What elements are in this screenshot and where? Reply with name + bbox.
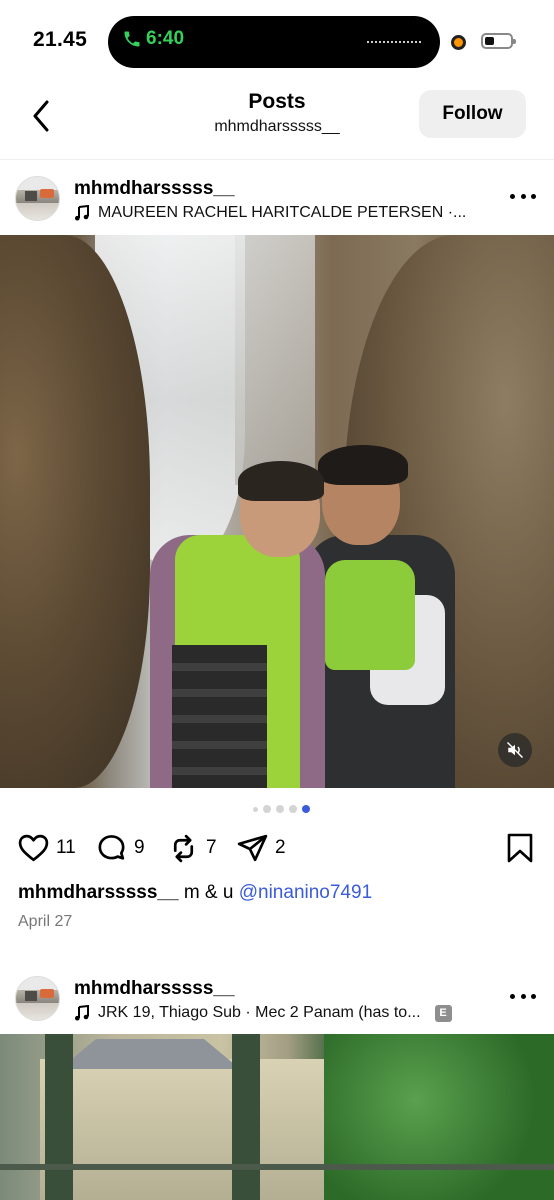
photo-hair <box>238 461 324 501</box>
music-label: JRK 19, Thiago Sub · Mec 2 Panam (has to… <box>98 1004 421 1021</box>
repost-count: 7 <box>206 837 217 858</box>
bookmark-icon[interactable] <box>504 832 536 864</box>
avatar-shape <box>25 991 37 1001</box>
photo-tree <box>324 1034 554 1200</box>
more-options-button[interactable] <box>510 194 536 202</box>
carousel-dot-active <box>301 805 310 813</box>
photo-pillar <box>232 1034 260 1200</box>
music-attribution[interactable]: JRK 19, Thiago Sub · Mec 2 Panam (has to… <box>74 1004 452 1022</box>
photo-life-vest <box>325 560 415 670</box>
avatar[interactable] <box>15 176 60 221</box>
post-header: mhmdharsssss__ MAUREEN RACHEL HARITCALDE… <box>0 160 554 232</box>
more-horizontal-icon <box>531 994 536 999</box>
photo-railing <box>0 1164 554 1170</box>
status-time: 21.45 <box>33 28 88 51</box>
post-date: April 27 <box>18 913 73 930</box>
post-photo[interactable] <box>0 235 554 788</box>
more-horizontal-icon <box>531 194 536 199</box>
music-note-icon <box>75 1005 89 1021</box>
more-horizontal-icon <box>520 994 526 999</box>
share-count: 2 <box>275 837 286 858</box>
post-header: mhmdharsssss__ JRK 19, Thiago Sub · Mec … <box>0 960 554 1032</box>
caption-mention[interactable]: @ninanino7491 <box>239 882 372 903</box>
avatar-shape <box>40 189 54 198</box>
comment-count: 9 <box>134 837 145 858</box>
more-options-button[interactable] <box>510 994 536 1002</box>
photo-vest-straps <box>172 645 267 788</box>
carousel-indicator <box>0 805 554 813</box>
send-icon <box>237 834 268 861</box>
more-horizontal-icon <box>510 994 515 999</box>
comment-bubble-icon <box>98 834 125 860</box>
avatar[interactable] <box>15 976 60 1021</box>
call-duration: 6:40 <box>146 28 185 49</box>
caption-username[interactable]: mhmdharsssss__ <box>18 882 179 903</box>
carousel-dot <box>252 806 258 812</box>
photo-roof <box>60 1039 240 1069</box>
like-count: 11 <box>56 837 76 858</box>
mute-button[interactable] <box>498 733 532 767</box>
carousel-dot <box>288 805 297 813</box>
photo-hair <box>318 445 408 485</box>
repost-icon <box>173 834 194 862</box>
more-horizontal-icon <box>510 194 515 199</box>
battery-level <box>485 37 494 45</box>
share-button[interactable]: 2 <box>236 828 286 868</box>
post-photo[interactable] <box>0 1034 554 1200</box>
more-horizontal-icon <box>520 194 526 199</box>
speaker-muted-icon <box>506 741 524 759</box>
photo-rock <box>0 235 150 788</box>
caption-text: m & u <box>183 882 234 903</box>
post-action-bar: 11 9 7 2 <box>0 828 554 868</box>
comment-button[interactable]: 9 <box>95 828 145 868</box>
avatar-shape <box>25 191 37 201</box>
recording-indicator-icon <box>451 35 466 50</box>
status-bar: 21.45 6:40 <box>0 0 554 80</box>
heart-icon <box>18 834 49 861</box>
dynamic-island[interactable]: 6:40 <box>108 16 440 68</box>
audio-waveform <box>366 40 422 44</box>
photo-pillar <box>45 1034 73 1200</box>
carousel-dot <box>262 805 271 813</box>
avatar-shape <box>40 989 54 998</box>
repost-button[interactable]: 7 <box>167 828 217 868</box>
battery-icon <box>481 33 516 49</box>
explicit-badge: E <box>434 1004 452 1022</box>
phone-icon <box>124 31 140 47</box>
music-attribution[interactable]: MAUREEN RACHEL HARITCALDE PETERSEN ·... <box>74 204 466 222</box>
photo-waterfall <box>235 235 315 485</box>
follow-button[interactable]: Follow <box>419 90 526 138</box>
carousel-dot <box>275 805 284 813</box>
active-call-indicator[interactable]: 6:40 <box>122 28 184 50</box>
like-button[interactable]: 11 <box>17 828 76 868</box>
post-username[interactable]: mhmdharsssss__ <box>74 978 235 1000</box>
music-note-icon <box>75 205 89 221</box>
music-label: MAUREEN RACHEL HARITCALDE PETERSEN ·... <box>98 204 467 221</box>
post-caption: mhmdharsssss__ m & u @ninanino7491 <box>18 882 372 904</box>
post-username[interactable]: mhmdharsssss__ <box>74 178 235 200</box>
photo-building <box>40 1059 360 1200</box>
nav-header: Posts mhmdharsssss__ Follow <box>0 80 554 160</box>
